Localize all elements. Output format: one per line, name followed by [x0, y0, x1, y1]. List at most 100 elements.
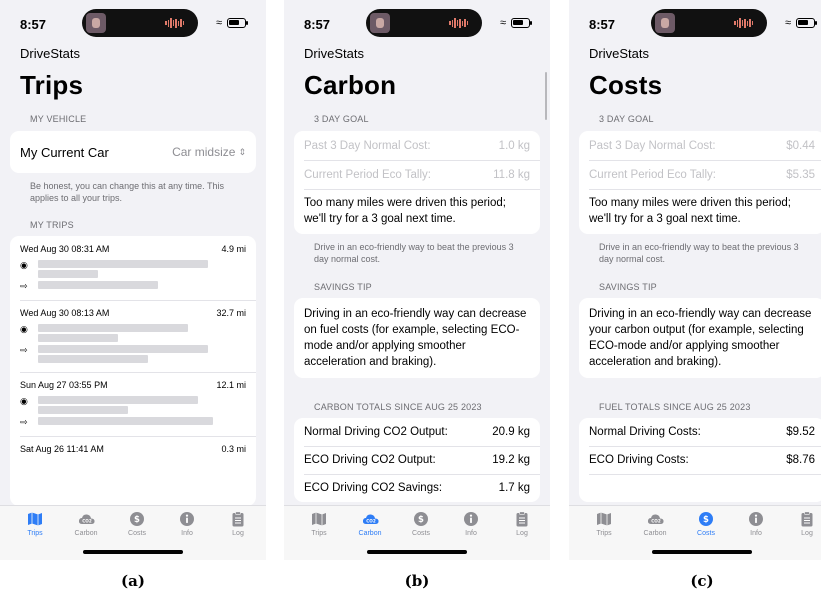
totals-value: $9.52: [786, 426, 815, 438]
trip-row[interactable]: Sun Aug 27 03:55 PM 12.1 mi ◉ ⇨: [10, 372, 256, 436]
totals-value: $8.76: [786, 454, 815, 466]
tab-label: Carbon: [358, 530, 382, 537]
map-icon: [311, 511, 327, 527]
tab-carbon[interactable]: CO2 Carbon: [635, 511, 675, 537]
goal-row-value: 1.0 kg: [498, 139, 530, 152]
tab-label: Costs: [412, 530, 430, 537]
tab-label: Info: [750, 530, 762, 537]
trip-date: Sat Aug 26 11:41 AM: [20, 444, 104, 454]
totals-row: ECO Driving Costs: $8.76: [579, 446, 821, 474]
battery-icon: [511, 18, 532, 28]
goal-footer: Drive in an eco-friendly way to beat the…: [599, 242, 799, 264]
carbon-screen: 8:57 ≈ DriveStats Carbon 3 DAY GOAL Past…: [284, 0, 550, 560]
cloud-co2-icon: CO2: [78, 511, 95, 527]
trip-list[interactable]: Wed Aug 30 08:31 AM 4.9 mi ◉ ⇨ Wed Aug 3…: [10, 236, 256, 506]
tab-costs[interactable]: $ Costs: [686, 511, 726, 537]
vehicle-label: My Current Car: [20, 144, 109, 160]
trip-date: Wed Aug 30 08:31 AM: [20, 244, 110, 254]
start-location-icon: ◉: [20, 260, 28, 270]
tab-trips[interactable]: Trips: [299, 511, 339, 537]
tab-log[interactable]: Log: [218, 511, 258, 537]
wifi-icon: ≈: [215, 17, 222, 29]
status-time: 8:57: [304, 17, 331, 32]
dynamic-island: [651, 9, 767, 37]
trip-row[interactable]: Wed Aug 30 08:13 AM 32.7 mi ◉ ⇨: [10, 300, 256, 372]
clipboard-icon: [799, 511, 815, 527]
goal-row-label: Past 3 Day Normal Cost:: [589, 139, 716, 152]
totals-row: ECO Driving CO2 Output: 19.2 kg: [294, 446, 540, 474]
tab-log[interactable]: Log: [787, 511, 821, 537]
trip-distance: 4.9 mi: [221, 244, 246, 254]
status-bar: 8:57 ≈: [569, 0, 821, 42]
app-name: DriveStats: [589, 46, 649, 61]
info-icon: [463, 511, 479, 527]
end-location-icon: ⇨: [20, 281, 28, 291]
status-time: 8:57: [589, 17, 616, 32]
clipboard-icon: [514, 511, 530, 527]
tab-costs[interactable]: $ Costs: [401, 511, 441, 537]
tab-label: Log: [516, 530, 528, 537]
tab-label: Info: [181, 530, 193, 537]
end-location-icon: ⇨: [20, 417, 28, 427]
trip-distance: 32.7 mi: [216, 308, 246, 318]
media-thumbnail-icon: [86, 13, 106, 33]
vehicle-picker[interactable]: My Current Car Car midsize ⇕: [10, 131, 256, 173]
section-header-fuel-totals: FUEL TOTALS SINCE AUG 25 2023: [599, 402, 751, 412]
tab-label: Trips: [27, 530, 43, 537]
cloud-co2-icon: CO2: [362, 511, 379, 527]
scrollbar[interactable]: [544, 72, 547, 120]
trip-date: Wed Aug 30 08:13 AM: [20, 308, 110, 318]
audio-wave-icon: [165, 18, 184, 28]
tab-bar: Trips CO2 Carbon $ Costs Info Log: [0, 505, 266, 560]
goal-row-value: $0.44: [786, 139, 815, 152]
status-time: 8:57: [20, 17, 47, 32]
dollar-coin-icon: $: [129, 511, 145, 527]
tab-carbon[interactable]: CO2 Carbon: [66, 511, 106, 537]
trips-screen: 8:57 ≈ DriveStats Trips MY VEHICLE My Cu…: [0, 0, 266, 560]
tab-label: Costs: [697, 530, 715, 537]
trip-distance: 12.1 mi: [216, 380, 246, 390]
tab-trips[interactable]: Trips: [15, 511, 55, 537]
section-header-goal: 3 DAY GOAL: [599, 114, 654, 124]
goal-row: Current Period Eco Tally: $5.35: [579, 160, 821, 189]
tab-trips[interactable]: Trips: [584, 511, 624, 537]
tab-info[interactable]: Info: [167, 511, 207, 537]
info-icon: [748, 511, 764, 527]
info-icon: [179, 511, 195, 527]
goal-message: Too many miles were driven this period; …: [304, 197, 506, 225]
dynamic-island: [82, 9, 198, 37]
tab-costs[interactable]: $ Costs: [117, 511, 157, 537]
svg-text:CO2: CO2: [366, 518, 376, 523]
caption-b: (b): [404, 572, 430, 590]
goal-row: Past 3 Day Normal Cost: 1.0 kg: [294, 131, 540, 160]
tab-log[interactable]: Log: [502, 511, 542, 537]
svg-text:CO2: CO2: [651, 518, 661, 523]
totals-row: [579, 474, 821, 502]
goal-row: Current Period Eco Tally: 11.8 kg: [294, 160, 540, 189]
cloud-co2-icon: CO2: [647, 511, 664, 527]
tab-carbon[interactable]: CO2 Carbon: [350, 511, 390, 537]
vehicle-value: Car midsize: [172, 145, 236, 159]
chevron-up-down-icon: ⇕: [238, 146, 246, 157]
goal-row-label: Past 3 Day Normal Cost:: [304, 139, 431, 152]
section-header-savings-tip: SAVINGS TIP: [314, 282, 372, 292]
tab-info[interactable]: Info: [736, 511, 776, 537]
start-address-redacted: [38, 396, 198, 414]
totals-label: ECO Driving CO2 Output:: [304, 454, 436, 466]
home-indicator: [652, 550, 752, 554]
svg-text:$: $: [134, 515, 140, 525]
totals-row: ECO Driving CO2 Savings: 1.7 kg: [294, 474, 540, 502]
tab-label: Trips: [311, 530, 327, 537]
tab-label: Carbon: [74, 530, 98, 537]
tab-info[interactable]: Info: [451, 511, 491, 537]
trip-row[interactable]: Wed Aug 30 08:31 AM 4.9 mi ◉ ⇨: [10, 236, 256, 300]
start-location-icon: ◉: [20, 396, 28, 406]
trip-row[interactable]: Sat Aug 26 11:41 AM 0.3 mi: [10, 436, 256, 466]
end-location-icon: ⇨: [20, 345, 28, 355]
trip-distance: 0.3 mi: [221, 444, 246, 454]
status-bar: 8:57 ≈: [284, 0, 550, 42]
start-address-redacted: [38, 260, 208, 278]
costs-screen: 8:57 ≈ DriveStats Costs 3 DAY GOAL Past …: [569, 0, 821, 560]
battery-icon: [796, 18, 817, 28]
goal-message-row: Too many miles were driven this period; …: [294, 189, 540, 234]
